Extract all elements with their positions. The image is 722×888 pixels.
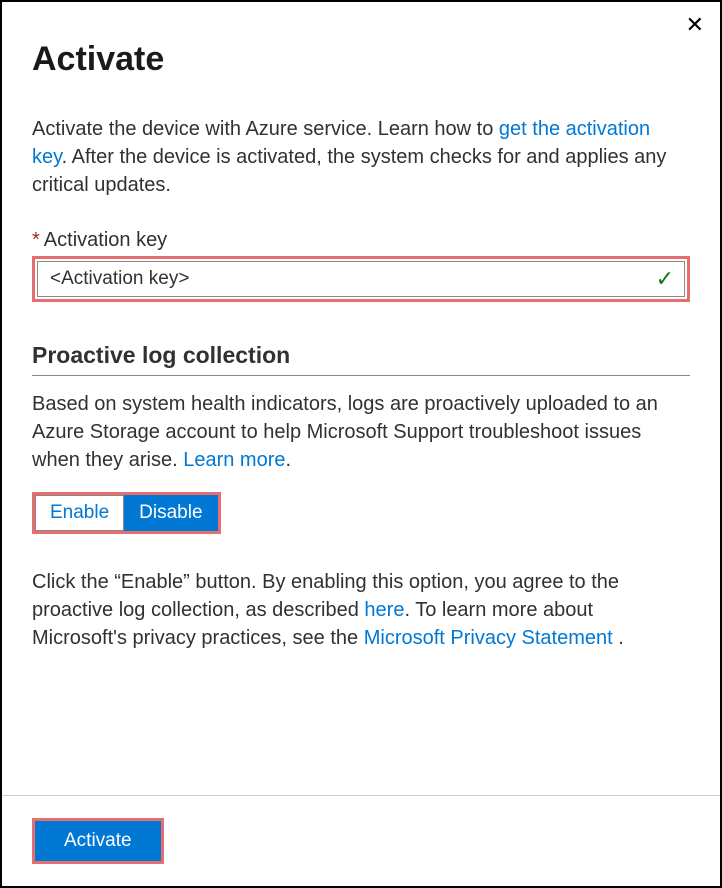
proactive-desc-part2: .: [285, 449, 291, 471]
agree-text: Click the “Enable” button. By enabling t…: [32, 568, 690, 652]
intro-part2: . After the device is activated, the sys…: [32, 146, 666, 196]
proactive-desc-part1: Based on system health indicators, logs …: [32, 393, 658, 471]
activate-panel: ✕ Activate Activate the device with Azur…: [0, 0, 722, 888]
intro-text: Activate the device with Azure service. …: [32, 115, 690, 199]
agree-part3: .: [613, 627, 624, 649]
learn-more-link[interactable]: Learn more: [183, 449, 285, 471]
activation-key-label-text: Activation key: [44, 229, 167, 251]
page-title: Activate: [32, 40, 690, 79]
proactive-log-desc: Based on system health indicators, logs …: [32, 390, 690, 474]
enable-button[interactable]: Enable: [35, 495, 124, 531]
enable-disable-toggle: Enable Disable: [32, 492, 221, 534]
intro-part1: Activate the device with Azure service. …: [32, 118, 499, 140]
activation-key-input[interactable]: [48, 267, 656, 291]
activation-key-label: *Activation key: [32, 229, 690, 252]
checkmark-icon: ✓: [656, 266, 674, 292]
panel-footer: Activate: [2, 795, 720, 886]
disable-button[interactable]: Disable: [124, 495, 217, 531]
here-link[interactable]: here: [364, 599, 404, 621]
activate-button[interactable]: Activate: [35, 821, 161, 861]
activation-key-input-container: ✓: [37, 261, 685, 297]
privacy-statement-link[interactable]: Microsoft Privacy Statement: [364, 627, 613, 649]
panel-content: Activate Activate the device with Azure …: [2, 2, 720, 795]
close-icon[interactable]: ✕: [682, 10, 708, 40]
required-star-icon: *: [32, 229, 40, 251]
activate-button-highlight: Activate: [32, 818, 164, 864]
activation-key-input-highlight: ✓: [32, 256, 690, 302]
proactive-log-heading: Proactive log collection: [32, 342, 690, 376]
